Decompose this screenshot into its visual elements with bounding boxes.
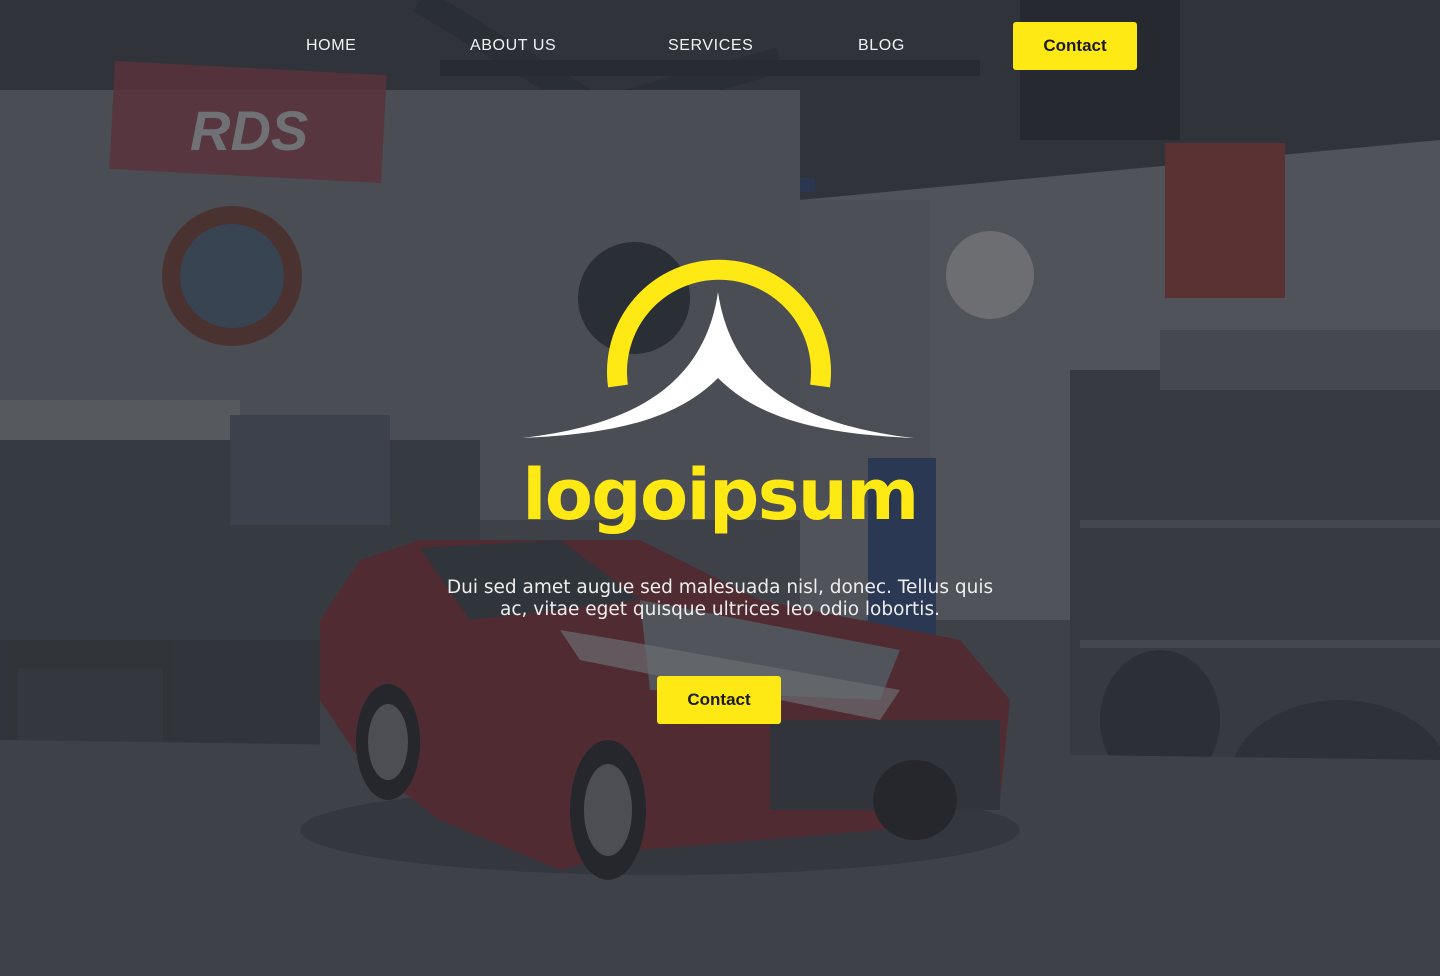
nav-services-link[interactable]: SERVICES bbox=[668, 36, 753, 56]
hero-contact-button[interactable]: Contact bbox=[657, 676, 781, 724]
nav-about-us-link[interactable]: ABOUT US bbox=[470, 36, 556, 56]
nav-contact-button[interactable]: Contact bbox=[1013, 22, 1137, 70]
hero-tagline: Dui sed amet augue sed malesuada nisl, d… bbox=[446, 577, 994, 620]
logo-arch-icon bbox=[522, 259, 914, 438]
nav-home-link[interactable]: HOME bbox=[306, 36, 356, 56]
nav-blog-link[interactable]: BLOG bbox=[858, 36, 905, 56]
logo-wordmark: logoipsum bbox=[522, 454, 919, 536]
top-navigation: HOME ABOUT US SERVICES BLOG Contact bbox=[0, 0, 1440, 92]
